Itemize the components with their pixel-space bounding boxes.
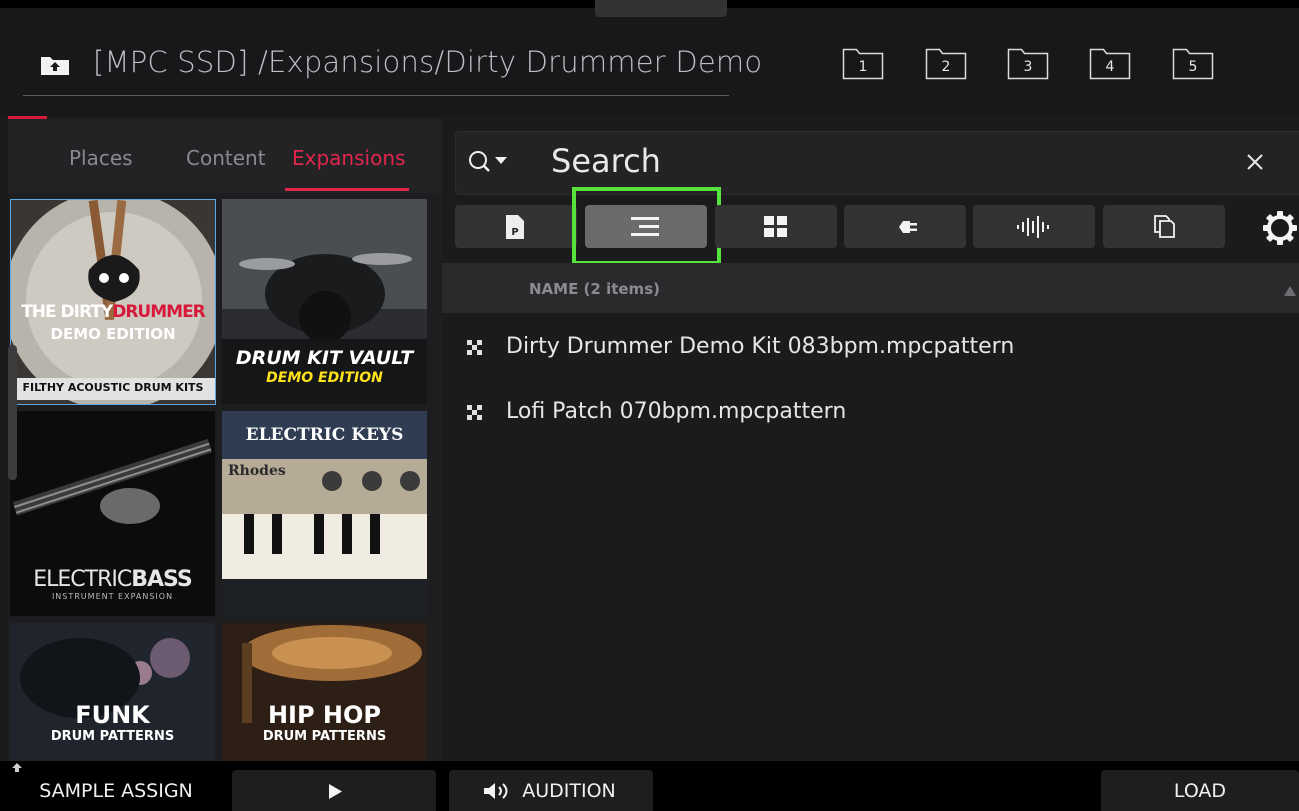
- svg-text:P: P: [511, 227, 518, 238]
- thumbnail-subtitle: DEMO EDITION: [266, 370, 383, 386]
- play-icon: [329, 784, 342, 799]
- pattern-icon: [467, 405, 482, 420]
- sort-ascending-icon[interactable]: [1283, 282, 1297, 296]
- favorite-folder-number: 4: [1105, 59, 1115, 75]
- filter-tab-samples[interactable]: [973, 205, 1095, 248]
- file-name: Dirty Drummer Demo Kit 083bpm.mpcpattern: [506, 334, 1015, 359]
- copy-files-icon: [1154, 215, 1175, 238]
- favorite-folder-number: 5: [1188, 59, 1198, 75]
- tab-places[interactable]: Places: [69, 146, 133, 170]
- search-icon[interactable]: [466, 147, 512, 177]
- tab-content[interactable]: Content: [186, 146, 266, 170]
- thumbnail-subtitle: DRUM PATTERNS: [262, 729, 387, 744]
- thumbnail-title-part2: BASS: [131, 567, 192, 592]
- folder-up-icon[interactable]: [40, 54, 70, 76]
- thumbnail-title: ELECTRIC KEYS: [245, 425, 404, 445]
- selection-highlight: [572, 187, 721, 265]
- expansion-thumbnail-drum-kit-vault[interactable]: DRUM KIT VAULT DEMO EDITION: [222, 199, 427, 404]
- pattern-file-icon: P: [506, 215, 524, 239]
- filter-tab-plugins[interactable]: [844, 205, 966, 248]
- expansion-thumbnail-dirty-drummer[interactable]: THE DIRTYDRUMMER DEMO EDITION FILTHY ACO…: [10, 199, 216, 405]
- thumbnail-subtitle: Rhodes: [228, 463, 286, 479]
- favorite-folder-4[interactable]: 4: [1089, 48, 1131, 80]
- favorite-folder-2[interactable]: 2: [925, 48, 967, 80]
- column-name-header[interactable]: NAME (2 items): [529, 280, 660, 298]
- top-pull-tab[interactable]: [595, 0, 727, 17]
- sample-assign-button[interactable]: SAMPLE ASSIGN: [0, 780, 232, 802]
- favorite-folder-1[interactable]: 1: [842, 48, 884, 80]
- close-icon[interactable]: [1242, 149, 1268, 175]
- list-item[interactable]: Dirty Drummer Demo Kit 083bpm.mpcpattern: [442, 325, 1299, 373]
- favorite-folder-3[interactable]: 3: [1007, 48, 1049, 80]
- thumbnail-subtitle: DRUM PATTERNS: [50, 729, 175, 744]
- list-item[interactable]: Lofi Patch 070bpm.mpcpattern: [442, 390, 1299, 438]
- favorite-folder-5[interactable]: 5: [1172, 48, 1214, 80]
- thumbnail-subtitle: DEMO EDITION: [50, 325, 176, 343]
- gear-icon[interactable]: [1262, 210, 1298, 246]
- current-path[interactable]: [MPC SSD] /Expansions/Dirty Drummer Demo: [93, 45, 762, 79]
- waveform-icon: [1017, 216, 1049, 238]
- thumbnail-title: FUNK: [75, 701, 150, 729]
- filter-tab-patterns[interactable]: P: [455, 205, 577, 248]
- load-button[interactable]: LOAD: [1101, 770, 1299, 811]
- thumbnail-title-part2: DRUMMER: [112, 302, 206, 322]
- thumbnail-title: THE DIRTYDRUMMER: [11, 302, 215, 322]
- thumbnail-title-part1: ELECTRIC: [33, 567, 132, 592]
- expansion-thumbnail-electric-bass[interactable]: ELECTRICBASS INSTRUMENT EXPANSION: [10, 411, 215, 616]
- play-button[interactable]: [232, 770, 436, 811]
- thumbnail-title-part1: THE DIRTY: [21, 302, 113, 322]
- search-input[interactable]: Search: [551, 142, 661, 180]
- thumbnail-title: ELECTRICBASS: [10, 567, 215, 592]
- expansion-thumbnail-funk[interactable]: FUNK DRUM PATTERNS: [10, 623, 215, 761]
- thumbnail-title: HIP HOP: [267, 701, 382, 729]
- file-name: Lofi Patch 070bpm.mpcpattern: [506, 399, 847, 424]
- favorite-folder-number: 3: [1023, 59, 1033, 75]
- tab-active-indicator: [285, 188, 409, 191]
- favorite-folder-number: 2: [941, 59, 951, 75]
- thumbnail-subtitle: INSTRUMENT EXPANSION: [51, 592, 174, 601]
- grid-icon: [764, 216, 787, 237]
- pattern-icon: [467, 340, 482, 355]
- load-label: LOAD: [1173, 780, 1227, 802]
- shift-arrow-icon: [8, 761, 28, 781]
- expansion-thumbnail-hip-hop[interactable]: HIP HOP DRUM PATTERNS: [222, 623, 427, 761]
- favorite-folder-number: 1: [858, 59, 868, 75]
- left-scrollbar[interactable]: [8, 345, 17, 480]
- filter-tab-all-files[interactable]: [1103, 205, 1225, 248]
- audition-button[interactable]: AUDITION: [449, 770, 653, 811]
- expansion-thumbnail-electric-keys[interactable]: ELECTRIC KEYS Rhodes: [222, 411, 427, 616]
- audition-label: AUDITION: [522, 780, 616, 802]
- tab-expansions[interactable]: Expansions: [292, 146, 405, 170]
- thumbnail-caption: FILTHY ACOUSTIC DRUM KITS: [22, 381, 204, 394]
- thumbnail-title: DRUM KIT VAULT: [235, 347, 414, 369]
- filter-tab-grid[interactable]: [715, 205, 837, 248]
- path-underline: [23, 95, 729, 96]
- plugin-icon: [893, 221, 917, 233]
